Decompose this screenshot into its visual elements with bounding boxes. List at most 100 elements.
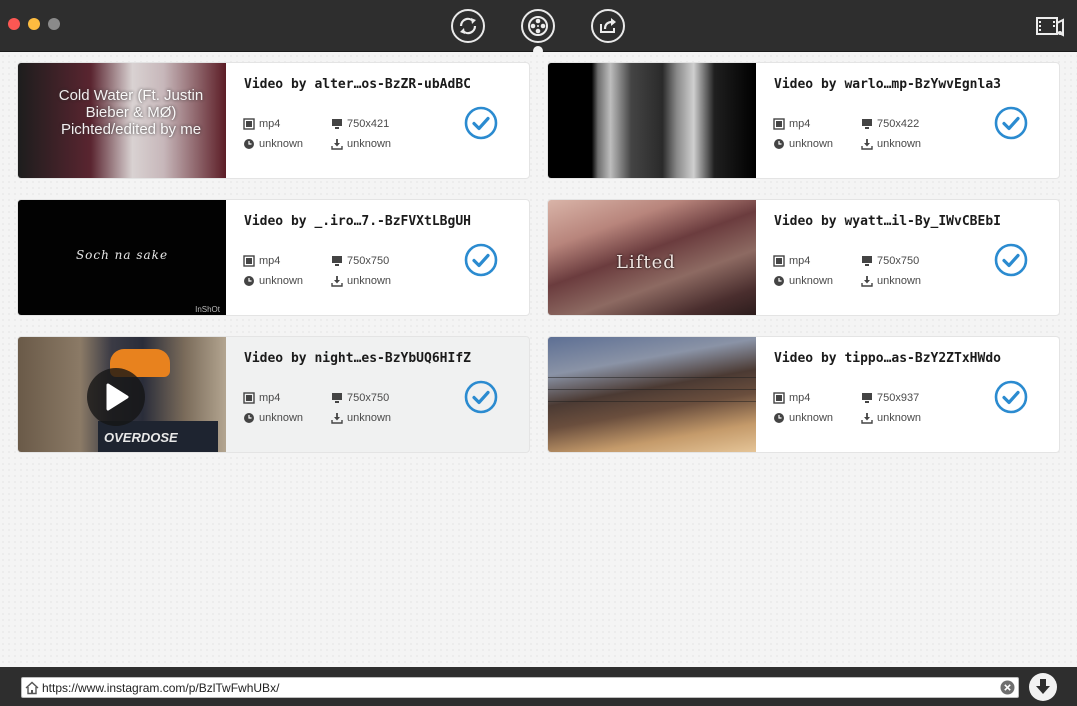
monitor-icon (862, 256, 872, 266)
video-duration: unknown (259, 138, 304, 150)
film-icon (773, 118, 785, 130)
film-icon (243, 255, 255, 267)
video-title: Video by warlo…mp-BzYwvEgnla3 (774, 77, 1001, 92)
checkmark-icon[interactable] (994, 243, 1028, 277)
thumbnail-caption: OVERDOSE (104, 430, 178, 445)
video-card[interactable]: Lifted Video by wyatt…il-By_IWvCBEbI mp4… (547, 199, 1060, 316)
video-card[interactable]: Soch na sake InShOt Video by _.iro…7.-Bz… (17, 199, 530, 316)
duration-meta: unknown (243, 275, 303, 287)
clock-icon (774, 139, 784, 149)
video-format: mp4 (259, 392, 281, 404)
video-title: Video by alter…os-BzZR-ubAdBC (244, 77, 471, 92)
filesize-meta: unknown (331, 275, 391, 287)
clear-icon[interactable] (1000, 680, 1015, 695)
share-icon (600, 18, 616, 33)
video-card[interactable]: Video by warlo…mp-BzYwvEgnla3 mp4 750x42… (547, 62, 1060, 179)
play-icon (106, 383, 129, 411)
resolution-meta: 750x750 (331, 392, 389, 404)
video-thumbnail[interactable]: Soch na sake InShOt (18, 200, 226, 315)
bottom-bar: https://www.instagram.com/p/BzlTwFwhUBx/ (0, 667, 1077, 706)
close-window-button[interactable] (8, 18, 20, 30)
filesize-meta: unknown (861, 412, 921, 424)
monitor-icon (862, 393, 872, 403)
film-icon (773, 255, 785, 267)
format-meta: mp4 (243, 392, 280, 404)
format-meta: mp4 (243, 255, 280, 267)
video-size: unknown (347, 138, 392, 150)
video-thumbnail[interactable] (548, 337, 756, 452)
download-tray-icon (331, 276, 343, 287)
thumbnail-caption: Soch na sake (75, 248, 169, 262)
checkmark-icon[interactable] (464, 243, 498, 277)
resolution-meta: 750x421 (331, 118, 389, 130)
play-button[interactable] (87, 368, 145, 426)
video-resolution: 750x750 (347, 255, 390, 267)
film-icon (773, 392, 785, 404)
download-tray-icon (861, 276, 873, 287)
film-icon (243, 392, 255, 404)
video-duration: unknown (789, 412, 834, 424)
video-duration: unknown (259, 275, 304, 287)
duration-meta: unknown (243, 412, 303, 424)
resolution-meta: 750x422 (861, 118, 919, 130)
video-thumbnail[interactable]: Cold Water (Ft. Justin Bieber & MØ) Pich… (18, 63, 226, 178)
url-text: https://www.instagram.com/p/BzlTwFwhUBx/ (42, 681, 280, 695)
media-library-icon (1036, 17, 1064, 37)
title-bar (0, 0, 1077, 56)
download-arrow-icon (1036, 679, 1050, 694)
checkmark-icon[interactable] (464, 106, 498, 140)
clock-icon (774, 413, 784, 423)
film-reel-icon (528, 16, 548, 36)
video-title: Video by night…es-BzYbUQ6HIfZ (244, 351, 471, 366)
video-card[interactable]: Cold Water (Ft. Justin Bieber & MØ) Pich… (17, 62, 530, 179)
thumbnail-watermark: InShOt (195, 305, 220, 314)
video-thumbnail[interactable] (548, 63, 756, 178)
media-library-button[interactable] (1035, 15, 1065, 39)
duration-meta: unknown (773, 275, 833, 287)
video-format: mp4 (789, 255, 811, 267)
video-duration: unknown (789, 138, 834, 150)
video-size: unknown (877, 275, 922, 287)
checkmark-icon[interactable] (994, 380, 1028, 414)
refresh-circle-icon (459, 17, 477, 35)
video-card[interactable]: OVERDOSE Video by night…es-BzYbUQ6HIfZ m… (17, 336, 530, 453)
clock-icon (774, 276, 784, 286)
filesize-meta: unknown (331, 412, 391, 424)
video-card[interactable]: Video by tippo…as-BzY2ZTxHWdo mp4 750x93… (547, 336, 1060, 453)
checkmark-icon[interactable] (994, 106, 1028, 140)
duration-meta: unknown (773, 138, 833, 150)
download-button[interactable] (1029, 673, 1057, 701)
resolution-meta: 750x937 (861, 392, 919, 404)
home-icon (25, 681, 39, 695)
video-duration: unknown (789, 275, 834, 287)
thumbnail-caption: Lifted (616, 252, 676, 273)
video-size: unknown (347, 412, 392, 424)
thumbnail-caption: Cold Water (Ft. Justin Bieber & MØ) Pich… (58, 87, 204, 138)
download-tab-button[interactable] (521, 9, 555, 43)
duration-meta: unknown (243, 138, 303, 150)
minimize-window-button[interactable] (28, 18, 40, 30)
zoom-window-button[interactable] (48, 18, 60, 30)
url-input[interactable]: https://www.instagram.com/p/BzlTwFwhUBx/ (21, 677, 1019, 698)
video-thumbnail[interactable]: Lifted (548, 200, 756, 315)
monitor-icon (332, 119, 342, 129)
monitor-icon (332, 393, 342, 403)
download-tray-icon (331, 139, 343, 150)
share-button[interactable] (591, 9, 625, 43)
resolution-meta: 750x750 (331, 255, 389, 267)
video-size: unknown (877, 412, 922, 424)
format-meta: mp4 (773, 255, 810, 267)
clock-icon (244, 276, 254, 286)
video-resolution: 750x750 (877, 255, 920, 267)
video-format: mp4 (789, 118, 811, 130)
video-resolution: 750x937 (877, 392, 920, 404)
convert-button[interactable] (451, 9, 485, 43)
video-resolution: 750x750 (347, 392, 390, 404)
filesize-meta: unknown (861, 138, 921, 150)
video-thumbnail[interactable]: OVERDOSE (18, 337, 226, 452)
clock-icon (244, 139, 254, 149)
video-size: unknown (347, 275, 392, 287)
video-title: Video by tippo…as-BzY2ZTxHWdo (774, 351, 1001, 366)
checkmark-icon[interactable] (464, 380, 498, 414)
filesize-meta: unknown (861, 275, 921, 287)
